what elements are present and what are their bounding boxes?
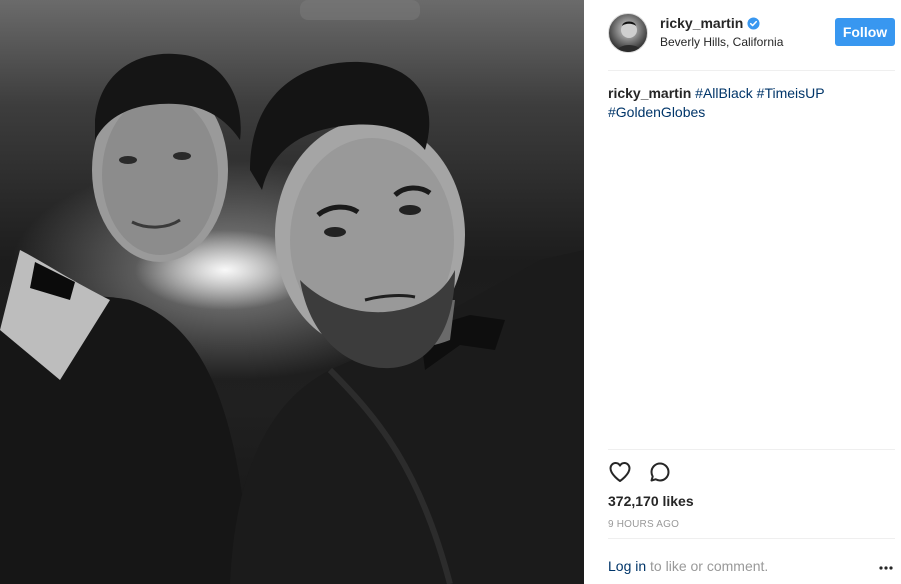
- likes-count[interactable]: 372,170 likes: [608, 493, 694, 509]
- login-prompt: Log in to like or comment.: [608, 558, 768, 574]
- avatar[interactable]: [608, 13, 648, 53]
- hashtag-timeisup[interactable]: #TimeisUP: [757, 85, 825, 101]
- post-photo-illustration: [0, 0, 584, 584]
- location-link[interactable]: Beverly Hills, California: [660, 35, 783, 49]
- username-row: ricky_martin: [660, 15, 760, 31]
- login-suffix: to like or comment.: [646, 558, 769, 574]
- actions-divider: [608, 449, 895, 450]
- hashtag-goldenglobes[interactable]: #GoldenGlobes: [608, 104, 705, 120]
- login-link[interactable]: Log in: [608, 558, 646, 574]
- caption-username[interactable]: ricky_martin: [608, 85, 691, 101]
- post-image[interactable]: [0, 0, 584, 584]
- username-link[interactable]: ricky_martin: [660, 15, 743, 31]
- post-timestamp[interactable]: 9 HOURS AGO: [608, 519, 679, 530]
- comment-icon[interactable]: [648, 460, 672, 484]
- post-header: ricky_martin Beverly Hills, California F…: [584, 0, 901, 70]
- footer-divider: [608, 538, 895, 539]
- header-divider: [608, 70, 895, 71]
- avatar-photo: [615, 21, 643, 52]
- post-sidebar: ricky_martin Beverly Hills, California F…: [584, 0, 901, 584]
- hashtag-allblack[interactable]: #AllBlack: [695, 85, 753, 101]
- more-options-icon[interactable]: [879, 566, 893, 570]
- verified-badge-icon: [747, 16, 760, 30]
- heart-icon[interactable]: [608, 460, 632, 484]
- follow-button[interactable]: Follow: [835, 18, 895, 46]
- caption: ricky_martin #AllBlack #TimeisUP #Golden…: [608, 84, 878, 122]
- action-bar: [608, 460, 688, 484]
